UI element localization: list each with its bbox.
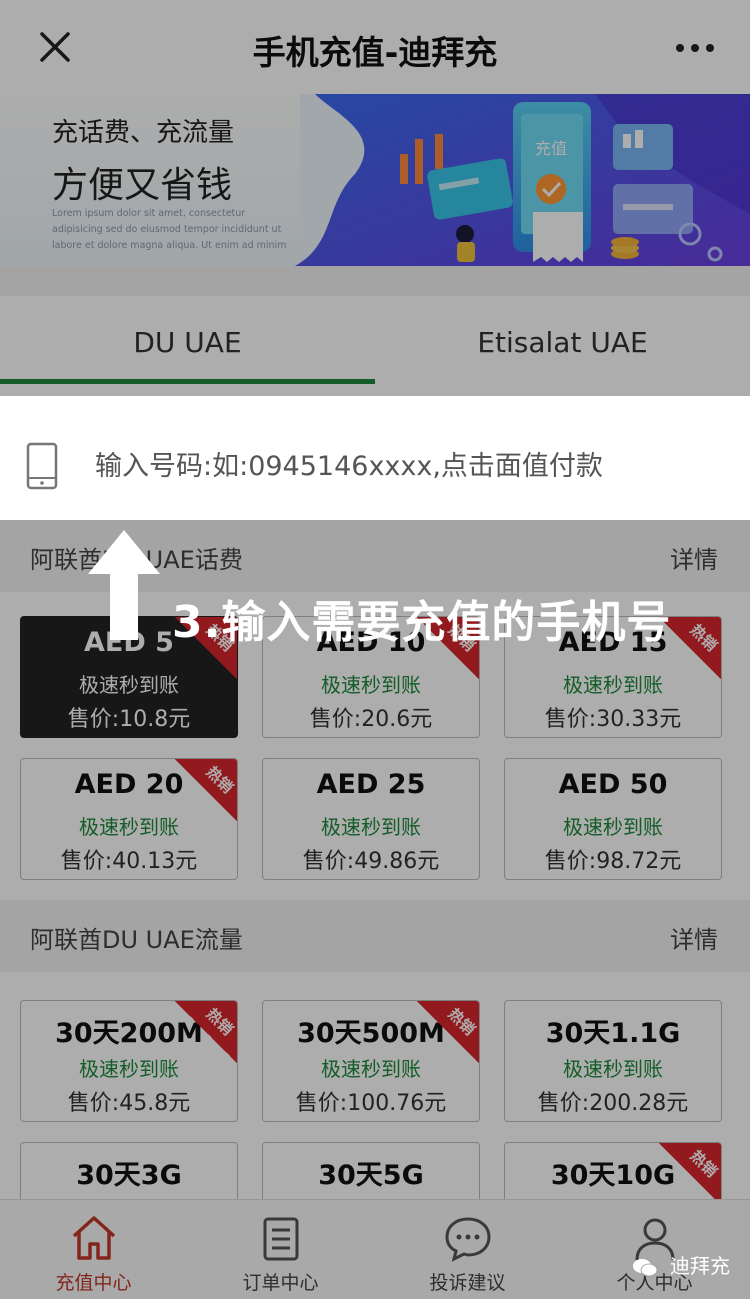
hot-sale-badge: 热销 [659, 617, 721, 679]
phone-number-row [0, 414, 750, 518]
product-card-aed20[interactable]: AED 20 极速秒到账 售价:40.13元 热销 [20, 758, 238, 880]
card-price: 售价:10.8元 [67, 707, 191, 732]
details-link-credit[interactable]: 详情 [670, 540, 718, 575]
product-card-aed15[interactable]: AED 15 极速秒到账 售价:30.33元 热销 [504, 616, 722, 738]
nav-complaints[interactable]: 投诉建议 [374, 1200, 561, 1299]
product-card-aed25[interactable]: AED 25 极速秒到账 售价:49.86元 [262, 758, 480, 880]
wechat-watermark: 迪拜充 [632, 1250, 730, 1279]
active-tab-indicator [0, 379, 375, 384]
nav-label: 投诉建议 [429, 1272, 506, 1294]
tab-du-uae[interactable]: DU UAE [0, 296, 375, 384]
wechat-icon [632, 1258, 658, 1276]
banner-headline-large: 方便又省钱 [52, 165, 233, 206]
hot-sale-badge: 热销 [659, 1143, 721, 1205]
product-card-30d-500m[interactable]: 30天500M 极速秒到账 售价:100.76元 热销 [262, 1000, 480, 1122]
card-title: 30天1.1G [545, 1018, 681, 1049]
banner-headline-small: 充话费、充流量 [52, 118, 235, 148]
banner-body-text: Lorem ipsum dolor sit amet, consectetur … [52, 208, 287, 251]
section-gap [0, 266, 750, 296]
bottom-navigation: 充值中心 订单中心 投诉建议 个人中心 [0, 1199, 750, 1299]
details-link-data[interactable]: 详情 [670, 920, 718, 955]
watermark-text: 迪拜充 [670, 1254, 730, 1278]
nav-order-center[interactable]: 订单中心 [187, 1200, 374, 1299]
promo-banner[interactable]: 充话费、充流量 方便又省钱 Lorem ipsum dolor sit amet… [0, 94, 750, 266]
credit-product-grid: AED 5 极速秒到账 售价:10.8元 热销 AED 10 极速秒到账 售价:… [0, 592, 750, 900]
hot-sale-badge: 热销 [175, 617, 237, 679]
carrier-tabs: DU UAE Etisalat UAE [0, 296, 750, 384]
card-price: 售价:49.86元 [302, 849, 440, 874]
card-title: AED 25 [316, 769, 426, 800]
card-title: 30天5G [318, 1160, 424, 1191]
hot-sale-badge: 热销 [175, 1001, 237, 1063]
phone-number-input[interactable] [95, 438, 715, 494]
section-title-data: 阿联酋DU UAE流量 [30, 926, 243, 954]
product-card-aed50[interactable]: AED 50 极速秒到账 售价:98.72元 [504, 758, 722, 880]
product-card-aed5[interactable]: AED 5 极速秒到账 售价:10.8元 热销 [20, 616, 238, 738]
card-price: 售价:200.28元 [537, 1091, 689, 1116]
more-options-icon[interactable] [670, 28, 720, 68]
nav-recharge-center[interactable]: 充值中心 [0, 1200, 187, 1299]
hot-sale-badge: 热销 [417, 1001, 479, 1063]
card-price: 售价:40.13元 [60, 849, 198, 874]
tab-etisalat-uae[interactable]: Etisalat UAE [375, 296, 750, 384]
home-icon [72, 1216, 116, 1260]
hot-sale-badge: 热销 [417, 617, 479, 679]
section-title-credit: 阿联酋DU UAE话费 [30, 546, 243, 574]
header-bar: 手机充值-迪拜充 [0, 0, 750, 94]
page-title: 手机充值-迪拜充 [252, 33, 498, 72]
section-header-credit: 阿联酋DU UAE话费 详情 [0, 520, 750, 592]
section-header-data: 阿联酋DU UAE流量 详情 [0, 900, 750, 972]
svg-text:充值: 充值 [535, 139, 567, 158]
card-speed-label: 极速秒到账 [321, 815, 421, 839]
nav-label: 订单中心 [242, 1272, 319, 1294]
clipboard-icon [263, 1217, 299, 1261]
card-price: 售价:30.33元 [544, 707, 682, 732]
card-speed-label: 极速秒到账 [563, 815, 663, 839]
mobile-phone-icon [26, 442, 58, 490]
product-card-30d-200m[interactable]: 30天200M 极速秒到账 售价:45.8元 热销 [20, 1000, 238, 1122]
card-title: 30天3G [76, 1160, 182, 1191]
card-price: 售价:20.6元 [309, 707, 433, 732]
nav-label: 充值中心 [55, 1272, 132, 1294]
data-product-grid: 30天200M 极速秒到账 售价:45.8元 热销 30天500M 极速秒到账 … [0, 972, 750, 1264]
card-price: 售价:45.8元 [67, 1091, 191, 1116]
card-speed-label: 极速秒到账 [563, 1057, 663, 1081]
chat-bubble-icon [445, 1217, 491, 1262]
card-price: 售价:98.72元 [544, 849, 682, 874]
hot-sale-badge: 热销 [175, 759, 237, 821]
card-title: AED 50 [558, 769, 668, 800]
product-card-aed10[interactable]: AED 10 极速秒到账 售价:20.6元 热销 [262, 616, 480, 738]
card-price: 售价:100.76元 [295, 1091, 447, 1116]
product-card-30d-1-1g[interactable]: 30天1.1G 极速秒到账 售价:200.28元 [504, 1000, 722, 1122]
banner-illustration: 充值 [295, 94, 750, 266]
